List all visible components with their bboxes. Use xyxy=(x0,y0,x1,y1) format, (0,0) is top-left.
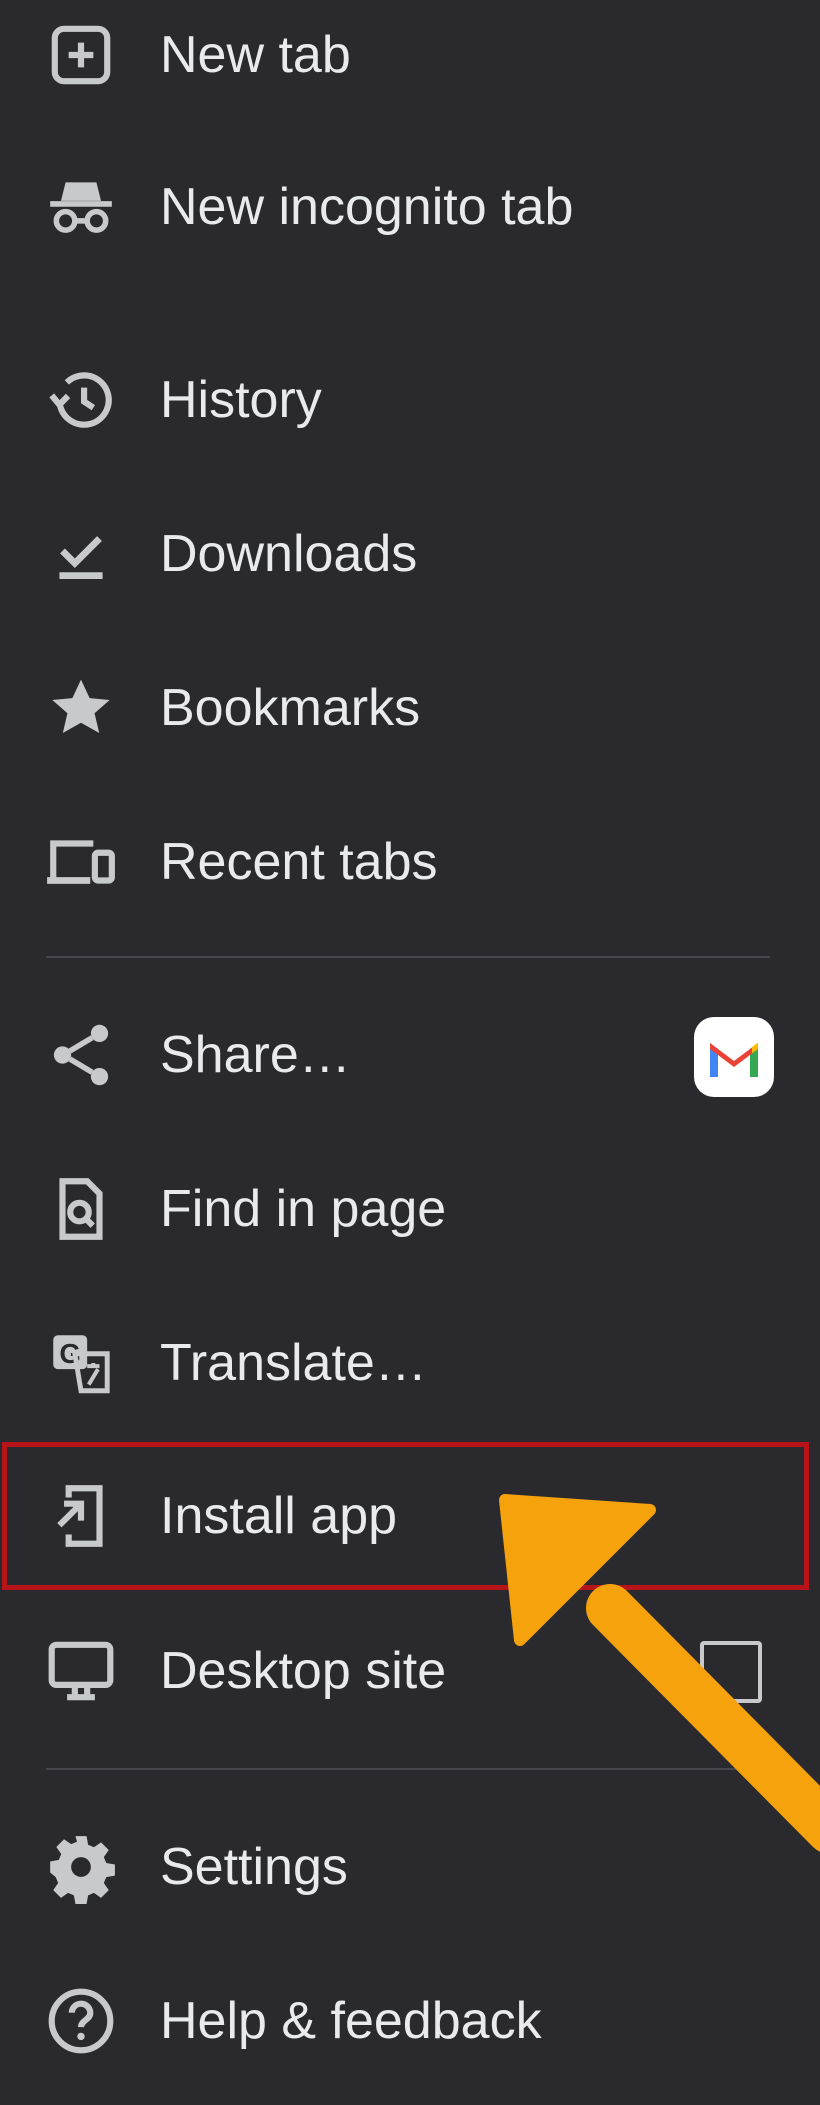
menu-item-label: Bookmarks xyxy=(160,679,421,737)
desktop-icon xyxy=(44,1634,118,1708)
history-icon xyxy=(44,363,118,437)
menu-item-downloads[interactable]: Downloads xyxy=(0,479,820,629)
star-icon xyxy=(44,671,118,745)
menu-item-label: New tab xyxy=(160,26,351,84)
help-icon xyxy=(44,1984,118,2058)
incognito-icon xyxy=(44,170,118,244)
new-tab-icon xyxy=(44,18,118,92)
menu-item-label: Desktop site xyxy=(160,1642,447,1700)
menu-item-label: Install app xyxy=(160,1487,398,1545)
chrome-overflow-menu: New tab New incognito tab History Downlo… xyxy=(0,0,820,2105)
downloads-icon xyxy=(44,517,118,591)
menu-item-desktop-site[interactable]: Desktop site xyxy=(0,1596,820,1746)
install-app-icon xyxy=(44,1479,118,1553)
menu-item-history[interactable]: History xyxy=(0,325,820,475)
menu-divider xyxy=(46,1768,770,1770)
share-icon xyxy=(44,1018,118,1092)
desktop-site-checkbox[interactable] xyxy=(700,1641,762,1703)
gear-icon xyxy=(44,1830,118,1904)
menu-divider xyxy=(46,956,770,958)
gmail-icon[interactable] xyxy=(694,1017,774,1097)
menu-item-settings[interactable]: Settings xyxy=(0,1792,820,1942)
menu-item-label: Settings xyxy=(160,1838,348,1896)
menu-item-label: New incognito tab xyxy=(160,178,574,236)
menu-item-new-incognito-tab[interactable]: New incognito tab xyxy=(0,132,820,282)
menu-item-label: History xyxy=(160,371,322,429)
menu-item-bookmarks[interactable]: Bookmarks xyxy=(0,633,820,783)
menu-item-label: Help & feedback xyxy=(160,1992,542,2050)
menu-item-recent-tabs[interactable]: Recent tabs xyxy=(0,787,820,937)
devices-icon xyxy=(44,825,118,899)
translate-icon: G xyxy=(44,1326,118,1400)
menu-item-label: Find in page xyxy=(160,1180,447,1238)
menu-item-label: Share… xyxy=(160,1026,351,1084)
menu-item-label: Downloads xyxy=(160,525,418,583)
menu-item-label: Translate… xyxy=(160,1334,427,1392)
menu-item-translate[interactable]: G Translate… xyxy=(0,1288,820,1438)
menu-item-new-tab[interactable]: New tab xyxy=(0,0,820,130)
menu-item-label: Recent tabs xyxy=(160,833,438,891)
menu-item-help-feedback[interactable]: Help & feedback xyxy=(0,1946,820,2096)
menu-item-install-app[interactable]: Install app xyxy=(0,1441,820,1591)
find-in-page-icon xyxy=(44,1172,118,1246)
menu-item-find-in-page[interactable]: Find in page xyxy=(0,1134,820,1284)
